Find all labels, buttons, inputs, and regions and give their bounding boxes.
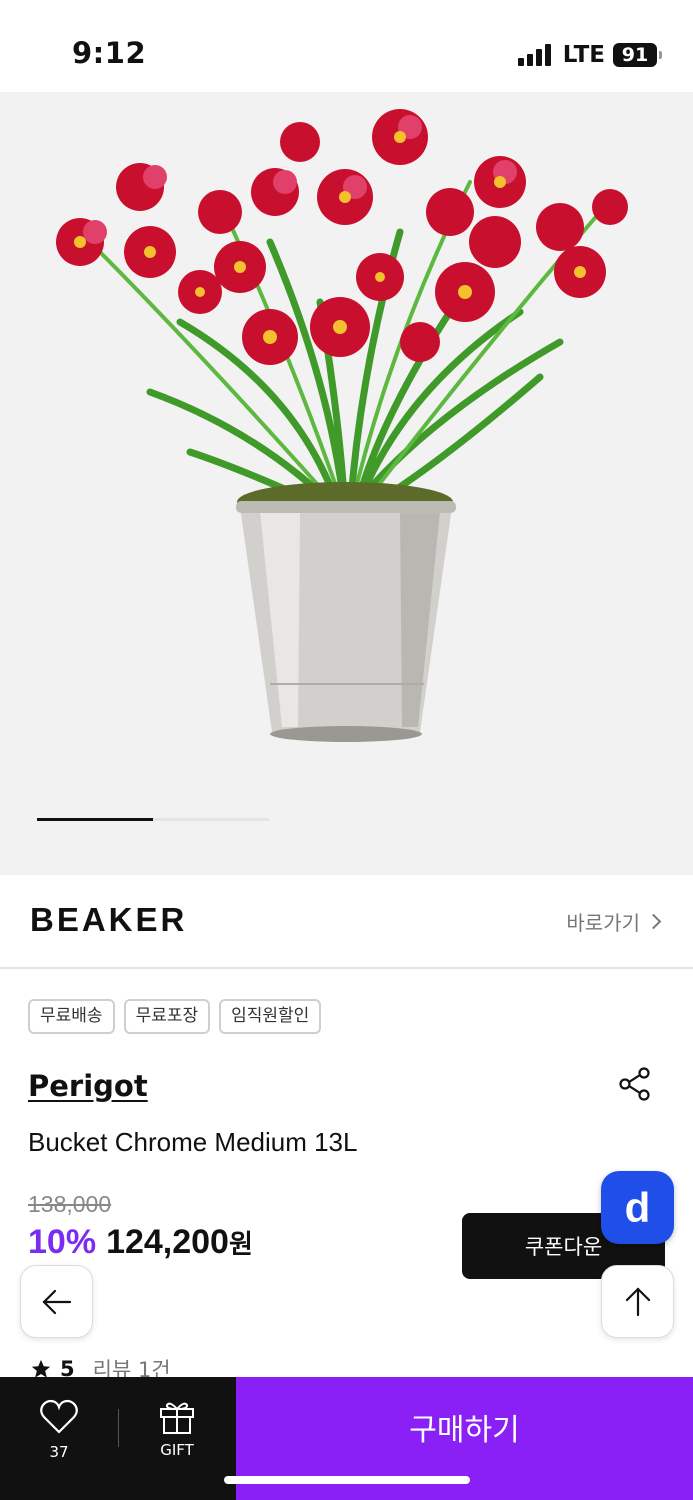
discount-rate: 10%	[28, 1223, 97, 1261]
tag-free-shipping: 무료배송	[28, 999, 115, 1034]
status-bar: 9:12 LTE 91	[0, 0, 693, 92]
tag-free-wrapping: 무료포장	[123, 999, 211, 1034]
original-price: 138,000	[28, 1191, 112, 1217]
scroll-top-button[interactable]	[601, 1265, 674, 1338]
gallery-pager	[37, 818, 269, 821]
gift-icon	[160, 1402, 194, 1434]
flowers	[56, 109, 628, 365]
product-name: Bucket Chrome Medium 13L	[28, 1127, 358, 1157]
gallery-pager-fill	[37, 818, 153, 821]
battery-icon: 91	[613, 43, 662, 67]
bottom-divider	[118, 1409, 119, 1447]
product-brand[interactable]: Perigot	[28, 1069, 148, 1103]
home-indicator	[224, 1476, 470, 1484]
signal-icon	[517, 44, 551, 66]
heart-icon	[40, 1399, 78, 1434]
currency-label: 원	[228, 1229, 253, 1259]
tag-employee-discount: 임직원할인	[219, 999, 322, 1034]
gift-button[interactable]: GIFT	[154, 1399, 200, 1459]
chevron-right-icon	[645, 913, 662, 930]
share-icon[interactable]	[617, 1066, 653, 1102]
back-arrow-icon	[41, 1289, 71, 1314]
brand-bar: BEAKER 바로가기	[0, 875, 693, 969]
price-row: 10% 124,200 원	[28, 1223, 253, 1262]
like-count: 37	[49, 1443, 69, 1461]
gift-label: GIFT	[160, 1441, 194, 1459]
goto-link[interactable]: 바로가기	[566, 907, 662, 936]
d-app-badge[interactable]: d	[601, 1171, 674, 1244]
sale-price: 124,200	[106, 1223, 229, 1261]
status-time: 9:12	[72, 36, 147, 70]
like-button[interactable]: 37	[38, 1399, 80, 1461]
back-button[interactable]	[20, 1265, 93, 1338]
benefit-tags: 무료배송 무료포장 임직원할인	[28, 999, 322, 1034]
up-arrow-icon	[625, 1286, 650, 1316]
status-indicators: LTE 91	[517, 40, 662, 70]
goto-label: 바로가기	[566, 911, 640, 935]
product-image	[56, 109, 628, 742]
product-image-gallery[interactable]	[0, 92, 693, 875]
network-label: LTE	[562, 42, 605, 68]
brand-logo[interactable]: BEAKER	[30, 901, 187, 939]
